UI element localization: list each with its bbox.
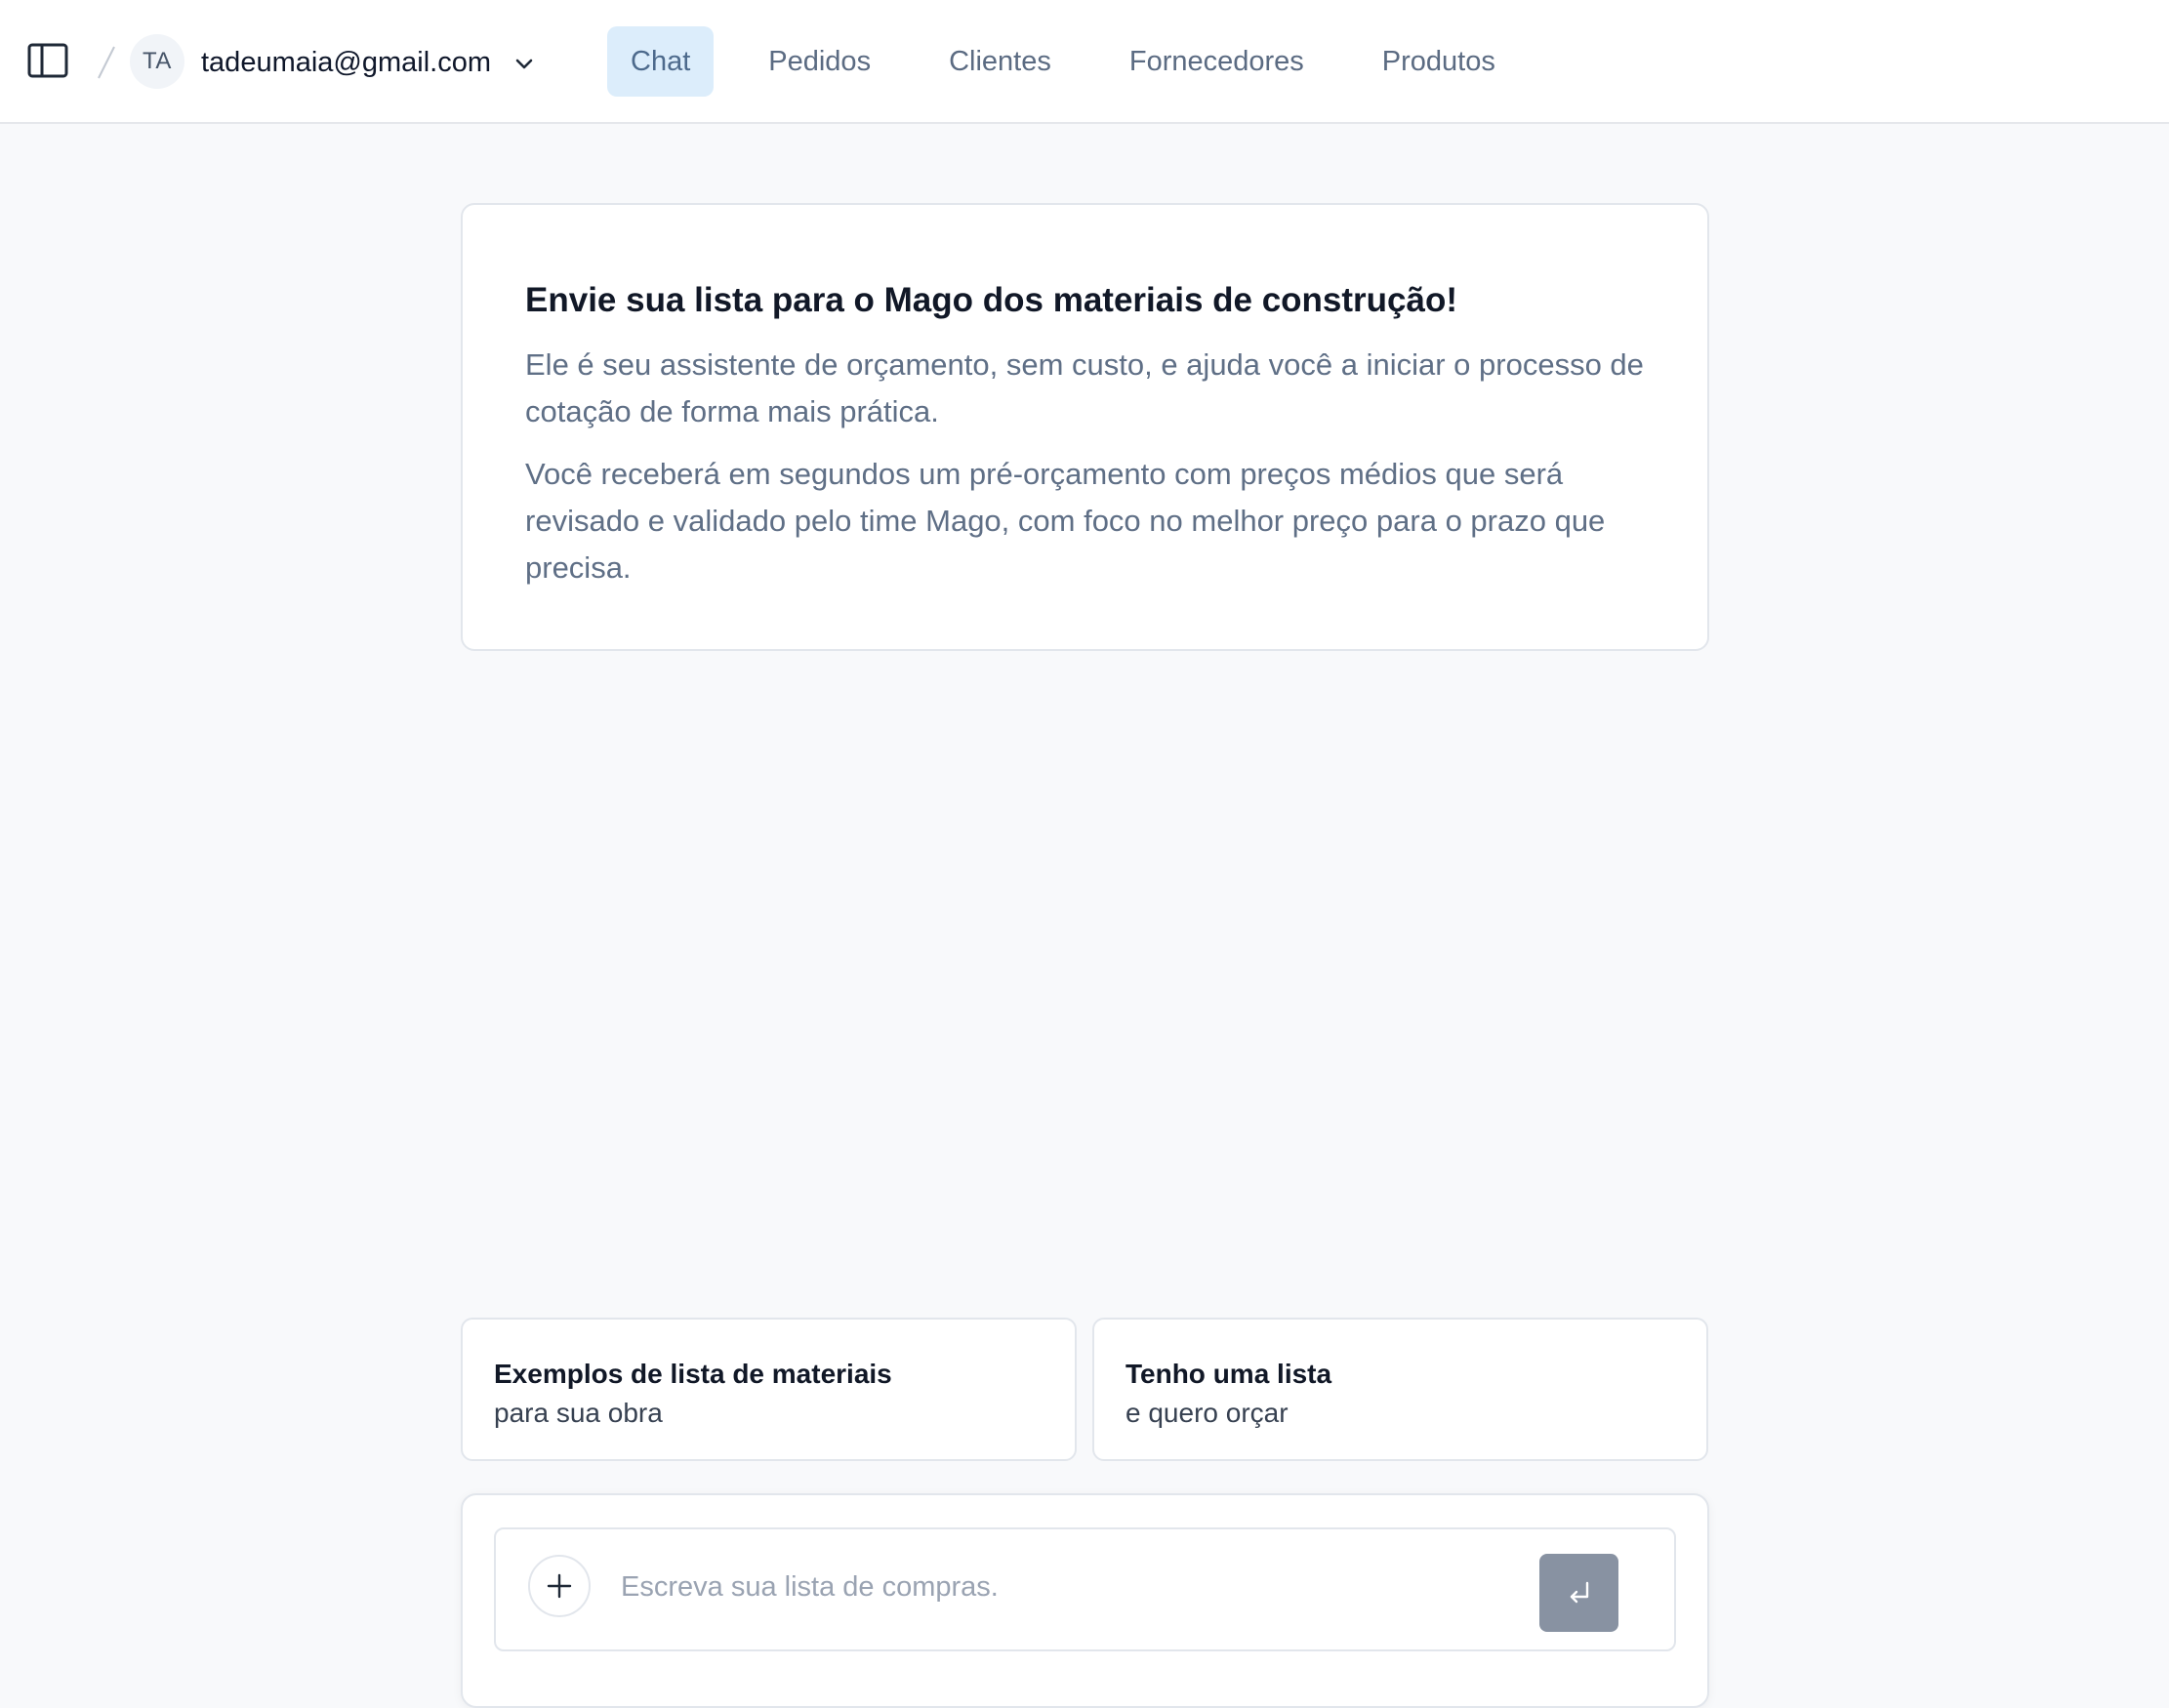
nav-tab-pedidos[interactable]: Pedidos xyxy=(745,26,894,97)
suggestion-title: Exemplos de lista de materiais xyxy=(494,1359,892,1389)
top-navigation-bar: TA tadeumaia@gmail.com Chat Pedidos Clie… xyxy=(0,0,2169,124)
shopping-list-input[interactable] xyxy=(621,1557,1519,1617)
account-email: tadeumaia@gmail.com xyxy=(201,46,492,78)
chevron-down-icon xyxy=(512,51,536,74)
main-nav: Chat Pedidos Clientes Fornecedores Produ… xyxy=(607,26,1550,97)
suggestion-title: Tenho uma lista xyxy=(1125,1359,1332,1389)
intro-card: Envie sua lista para o Mago dos materiai… xyxy=(461,203,1709,651)
nav-tab-produtos[interactable]: Produtos xyxy=(1359,26,1519,97)
account-switcher[interactable]: tadeumaia@gmail.com xyxy=(201,43,536,82)
intro-paragraph-1: Ele é seu assistente de orçamento, sem c… xyxy=(525,347,1644,428)
avatar[interactable]: TA xyxy=(130,34,184,89)
attach-plus-button[interactable] xyxy=(528,1555,591,1617)
composer-input-box xyxy=(494,1527,1676,1651)
suggestion-subtitle: para sua obra xyxy=(494,1398,663,1428)
suggestion-subtitle: e quero orçar xyxy=(1125,1398,1289,1428)
intro-title: Envie sua lista para o Mago dos materiai… xyxy=(525,281,1458,319)
slash-separator-icon xyxy=(96,45,117,80)
nav-tab-fornecedores[interactable]: Fornecedores xyxy=(1106,26,1328,97)
plus-icon xyxy=(547,1573,572,1599)
sidebar-toggle-icon[interactable] xyxy=(27,43,72,80)
intro-paragraph-2: Você receberá em segundos um pré-orçamen… xyxy=(525,457,1606,585)
suggestion-card-have-list[interactable]: Tenho uma lista e quero orçar xyxy=(1092,1318,1708,1461)
send-button[interactable] xyxy=(1539,1554,1618,1632)
enter-return-icon xyxy=(1570,1581,1588,1604)
nav-tab-clientes[interactable]: Clientes xyxy=(925,26,1075,97)
chat-composer xyxy=(461,1493,1709,1708)
nav-tab-chat[interactable]: Chat xyxy=(607,26,715,97)
suggestion-card-examples[interactable]: Exemplos de lista de materiais para sua … xyxy=(461,1318,1077,1461)
